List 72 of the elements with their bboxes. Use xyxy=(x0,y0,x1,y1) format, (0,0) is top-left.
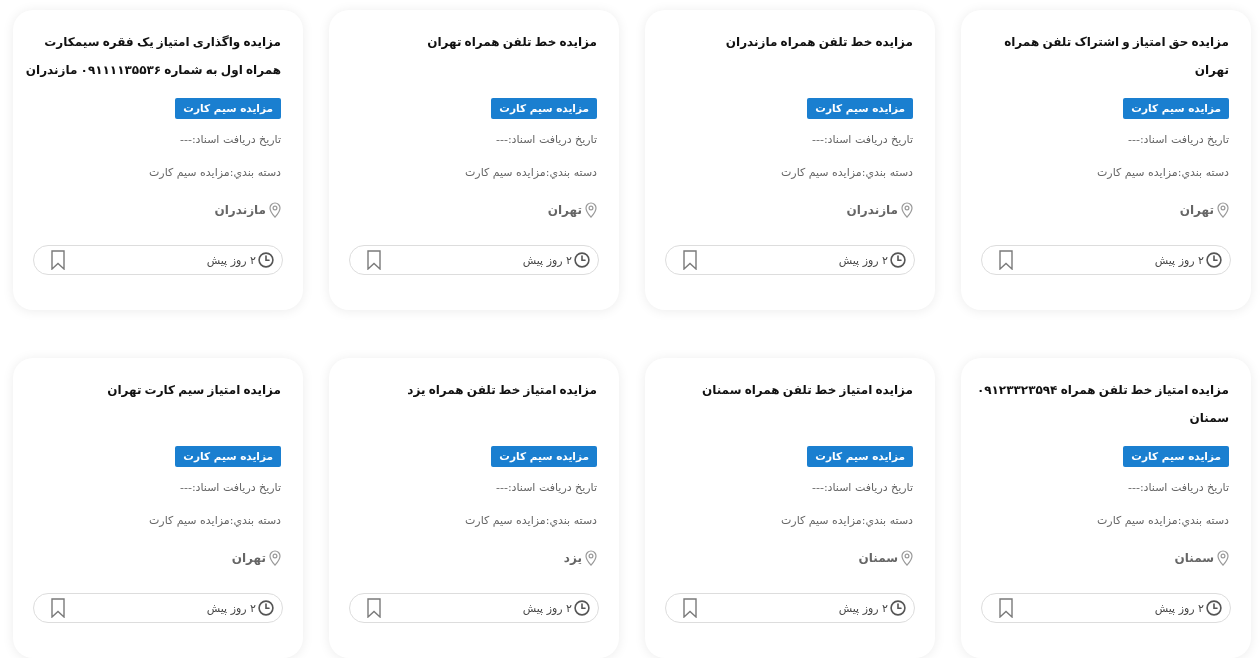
document-date-text: تاریخ دریافت اسناد:--- xyxy=(179,132,281,148)
posted-time: ۲ روز پیش xyxy=(206,601,256,615)
document-date-text: تاریخ دریافت اسناد:--- xyxy=(179,480,281,496)
card-title: مزایده امتیاز سیم کارت تهران xyxy=(106,382,281,399)
category-badge: مزایده سیم کارت xyxy=(807,446,913,467)
location-text: تهران xyxy=(1179,202,1214,219)
location-text: تهران xyxy=(547,202,582,219)
category-text: دسته بندي:مزایده سیم کارت xyxy=(464,165,597,181)
posted-time: ۲ روز پیش xyxy=(838,601,888,615)
bookmark-icon[interactable] xyxy=(51,250,65,270)
document-date-text: تاریخ دریافت اسناد:--- xyxy=(811,132,913,148)
location-pin-icon xyxy=(269,550,281,566)
card-title: مزایده امتیاز خط تلفن همراه سمنان xyxy=(700,382,913,399)
category-badge: مزایده سیم کارت xyxy=(491,98,597,119)
location-text: مازندران xyxy=(846,202,898,219)
card-title: مزایده واگذاری امتیاز یک فقره سیمکارت همراه اول به شماره ۰۹۱۱۱۱۳۵۵۳۶ مازندران xyxy=(24,34,281,80)
category-text: دسته بندي:مزایده سیم کارت xyxy=(780,513,913,529)
document-date-text: تاریخ دریافت اسناد:--- xyxy=(811,480,913,496)
bookmark-icon[interactable] xyxy=(999,598,1013,618)
bookmark-icon[interactable] xyxy=(51,598,65,618)
location-text: سمنان xyxy=(1174,550,1214,567)
category-badge: مزایده سیم کارت xyxy=(1123,98,1229,119)
location-pin-icon xyxy=(901,550,913,566)
clock-icon xyxy=(890,252,906,268)
posted-time: ۲ روز پیش xyxy=(1154,601,1204,615)
posted-time: ۲ روز پیش xyxy=(522,253,572,267)
location-text: تهران xyxy=(231,550,266,567)
posted-time: ۲ روز پیش xyxy=(206,253,256,267)
card-title: مزایده امتیاز خط تلفن همراه یزد xyxy=(406,382,597,399)
card-title: مزایده امتیاز خط تلفن همراه ۰۹۱۲۳۳۲۳۵۹۴ سمنان xyxy=(975,382,1229,427)
location-text: یزد xyxy=(563,550,582,567)
posted-time: ۲ روز پیش xyxy=(522,601,572,615)
location-pin-icon xyxy=(901,202,913,218)
category-text: دسته بندي:مزایده سیم کارت xyxy=(464,513,597,529)
location-pin-icon xyxy=(1217,202,1229,218)
category-badge: مزایده سیم کارت xyxy=(175,98,281,119)
clock-icon xyxy=(574,600,590,616)
location-text: مازندران xyxy=(214,202,266,219)
document-date-text: تاریخ دریافت اسناد:--- xyxy=(1127,132,1229,148)
category-badge: مزایده سیم کارت xyxy=(1123,446,1229,467)
clock-icon xyxy=(1206,252,1222,268)
bookmark-icon[interactable] xyxy=(683,598,697,618)
category-text: دسته بندي:مزایده سیم کارت xyxy=(1096,165,1229,181)
category-badge: مزایده سیم کارت xyxy=(491,446,597,467)
category-badge: مزایده سیم کارت xyxy=(807,98,913,119)
location-pin-icon xyxy=(585,202,597,218)
location-pin-icon xyxy=(1217,550,1229,566)
location-text: سمنان xyxy=(858,550,898,567)
document-date-text: تاریخ دریافت اسناد:--- xyxy=(495,132,597,148)
category-text: دسته بندي:مزایده سیم کارت xyxy=(780,165,913,181)
card-title: مزایده حق امتیاز و اشتراک تلفن همراه تهران xyxy=(1003,34,1229,79)
document-date-text: تاریخ دریافت اسناد:--- xyxy=(1127,480,1229,496)
clock-icon xyxy=(258,600,274,616)
category-badge: مزایده سیم کارت xyxy=(175,446,281,467)
card-title: مزایده خط تلفن همراه تهران xyxy=(426,34,597,51)
posted-time: ۲ روز پیش xyxy=(1154,253,1204,267)
category-text: دسته بندي:مزایده سیم کارت xyxy=(1096,513,1229,529)
document-date-text: تاریخ دریافت اسناد:--- xyxy=(495,480,597,496)
posted-time: ۲ روز پیش xyxy=(838,253,888,267)
bookmark-icon[interactable] xyxy=(999,250,1013,270)
clock-icon xyxy=(258,252,274,268)
bookmark-icon[interactable] xyxy=(367,250,381,270)
category-text: دسته بندي:مزایده سیم کارت xyxy=(148,165,281,181)
category-text: دسته بندي:مزایده سیم کارت xyxy=(148,513,281,529)
bookmark-icon[interactable] xyxy=(683,250,697,270)
location-pin-icon xyxy=(585,550,597,566)
clock-icon xyxy=(574,252,590,268)
clock-icon xyxy=(1206,600,1222,616)
location-pin-icon xyxy=(269,202,281,218)
card-title: مزایده خط تلفن همراه مازندران xyxy=(724,34,913,51)
bookmark-icon[interactable] xyxy=(367,598,381,618)
clock-icon xyxy=(890,600,906,616)
